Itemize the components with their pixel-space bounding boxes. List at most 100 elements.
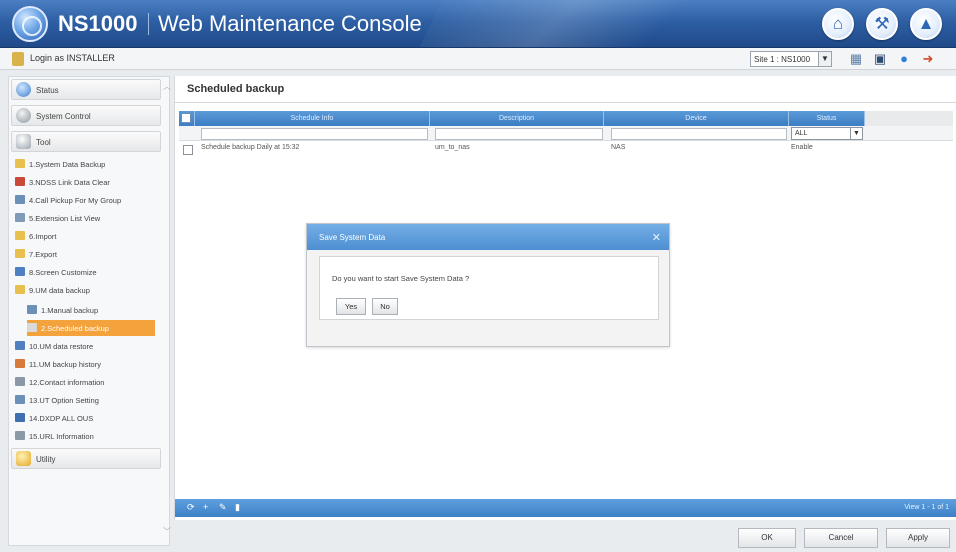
sidebar-item-label: 6.Import — [29, 232, 57, 241]
header-shine — [409, 0, 771, 47]
row-checkbox[interactable] — [183, 145, 193, 155]
page-title: Scheduled backup — [187, 83, 285, 95]
sidebar-item-contact-information[interactable]: 12.Contact information — [15, 375, 163, 389]
sidebar-item-um-backup-history[interactable]: 11.UM backup history — [15, 357, 163, 371]
sidebar-item-screen-customize[interactable]: 8.Screen Customize — [15, 265, 163, 279]
folder-icon — [15, 159, 25, 168]
scroll-up-icon[interactable]: ︿ — [163, 81, 171, 92]
clear-icon — [15, 177, 25, 186]
no-button[interactable]: No — [372, 298, 398, 315]
restore-icon — [15, 341, 25, 350]
tools-button[interactable]: ⚒ — [866, 8, 898, 40]
screen-icon — [15, 267, 25, 276]
sidebar-item-label: 8.Screen Customize — [29, 268, 97, 277]
ok-button[interactable]: OK — [738, 528, 796, 548]
sidebar-section-label: Utility — [36, 455, 56, 464]
sidebar-item-um-data-restore[interactable]: 10.UM data restore — [15, 339, 163, 353]
sidebar-subitem-scheduled-backup[interactable]: 2.Scheduled backup — [27, 320, 155, 336]
sidebar-item-system-data-backup[interactable]: 1.System Data Backup — [15, 157, 163, 171]
link-icon — [15, 431, 25, 440]
sidebar-item-label: 7.Export — [29, 250, 57, 259]
sidebar-section-status[interactable]: Status — [11, 79, 161, 100]
sidebar-item-call-pickup[interactable]: 4.Call Pickup For My Group — [15, 193, 163, 207]
globe-logo-icon — [12, 6, 48, 42]
sidebar-item-label: 10.UM data restore — [29, 342, 94, 351]
description-filter-input[interactable] — [435, 128, 603, 140]
yes-button[interactable]: Yes — [336, 298, 366, 315]
sidebar-section-system-control[interactable]: System Control — [11, 105, 161, 126]
title-divider — [175, 102, 956, 103]
dialog-title-bar[interactable]: Save System Data ✕ — [307, 224, 669, 250]
sidebar-item-um-data-backup[interactable]: 9.UM data backup — [15, 283, 163, 297]
save-system-data-dialog: Save System Data ✕ Do you want to start … — [306, 223, 670, 347]
sidebar-item-label: 12.Contact information — [29, 378, 105, 387]
apply-button[interactable]: Apply — [886, 528, 950, 548]
sidebar-item-dxdp-all-ous[interactable]: 14.DXDP ALL OUS — [15, 411, 163, 425]
system-control-icon — [16, 108, 31, 123]
delete-icon[interactable]: ▮ — [235, 502, 240, 513]
device-cell: NAS — [611, 144, 626, 151]
status-filter-select[interactable]: ALL ▼ — [791, 127, 863, 140]
folder-open-icon — [15, 285, 25, 294]
scroll-down-icon[interactable]: ﹀ — [163, 526, 171, 537]
phone-icon — [15, 195, 25, 204]
device-filter-input[interactable] — [611, 128, 787, 140]
settings-icon — [15, 395, 25, 404]
column-header-device[interactable]: Device — [604, 111, 789, 126]
sidebar-item-label: 9.UM data backup — [29, 286, 90, 295]
app-window: NS1000 Web Maintenance Console ⌂ ⚒ ▲ Log… — [0, 0, 956, 552]
product-name: NS1000 — [58, 11, 138, 36]
navigation-sidebar: ︿ ﹀ Status System Control Tool 1.System … — [8, 76, 171, 546]
refresh-icon[interactable]: ⟳ — [187, 502, 195, 513]
console-title: Web Maintenance Console — [158, 11, 422, 36]
schedule-filter-input[interactable] — [201, 128, 428, 140]
calendar-icon — [27, 323, 37, 332]
sidebar-item-ut-option-setting[interactable]: 13.UT Option Setting — [15, 393, 163, 407]
column-header-description[interactable]: Description — [430, 111, 604, 126]
chevron-down-icon: ▼ — [818, 52, 831, 66]
monitor-icon[interactable]: ▦ — [848, 51, 864, 67]
sidebar-section-label: System Control — [36, 112, 91, 121]
home-button[interactable]: ⌂ — [822, 8, 854, 40]
sidebar-item-url-information[interactable]: 15.URL Information — [15, 429, 163, 443]
save-icon[interactable]: ▣ — [872, 51, 888, 67]
sidebar-item-label: 14.DXDP ALL OUS — [29, 414, 94, 423]
sidebar-item-label: 1.Manual backup — [41, 306, 99, 315]
add-icon[interactable]: + — [203, 502, 208, 512]
logout-icon[interactable]: ➜ — [920, 51, 936, 67]
sidebar-section-tool[interactable]: Tool — [11, 131, 161, 152]
schedule-info-cell: Schedule backup Daily at 15:32 — [201, 144, 300, 151]
sidebar-subitem-manual-backup[interactable]: 1.Manual backup — [27, 303, 157, 317]
login-status: Login as INSTALLER — [30, 53, 115, 63]
manual-backup-icon — [27, 305, 37, 314]
select-all-checkbox[interactable] — [181, 113, 191, 123]
cancel-button[interactable]: Cancel — [804, 528, 878, 548]
history-icon — [15, 359, 25, 368]
status-cell: Enable — [791, 144, 813, 151]
title-divider — [148, 13, 149, 35]
site-selector[interactable]: Site 1 : NS1000 ▼ — [750, 51, 832, 67]
status-icon — [16, 82, 31, 97]
sidebar-item-ndss-link-data-clear[interactable]: 3.NDSS Link Data Clear — [15, 175, 163, 189]
sidebar-item-label: 15.URL Information — [29, 432, 94, 441]
column-header-schedule-info[interactable]: Schedule Info — [195, 111, 430, 126]
home-icon: ⌂ — [832, 14, 844, 33]
table-row[interactable]: Schedule backup Daily at 15:32 um_to_nas… — [179, 142, 953, 156]
dialog-body: Do you want to start Save System Data ? … — [319, 256, 659, 320]
edit-icon[interactable]: ✎ — [219, 502, 227, 513]
sidebar-item-label: 11.UM backup history — [29, 360, 101, 369]
tool-icon — [16, 134, 31, 149]
sidebar-item-extension-list-view[interactable]: 5.Extension List View — [15, 211, 163, 225]
info-icon[interactable]: ● — [896, 51, 912, 67]
site-selector-value: Site 1 : NS1000 — [754, 55, 811, 64]
sidebar-section-utility[interactable]: Utility — [11, 448, 161, 469]
close-icon[interactable]: ✕ — [652, 231, 661, 244]
sidebar-scrollbar[interactable]: ︿ ﹀ — [163, 77, 171, 545]
dialog-title: Save System Data — [319, 233, 386, 242]
sidebar-item-export[interactable]: 7.Export — [15, 247, 163, 261]
sidebar-item-label: 2.Scheduled backup — [41, 324, 109, 333]
sidebar-item-label: 3.NDSS Link Data Clear — [29, 178, 110, 187]
column-header-status[interactable]: Status — [789, 111, 865, 126]
alert-button[interactable]: ▲ — [910, 8, 942, 40]
sidebar-item-import[interactable]: 6.Import — [15, 229, 163, 243]
